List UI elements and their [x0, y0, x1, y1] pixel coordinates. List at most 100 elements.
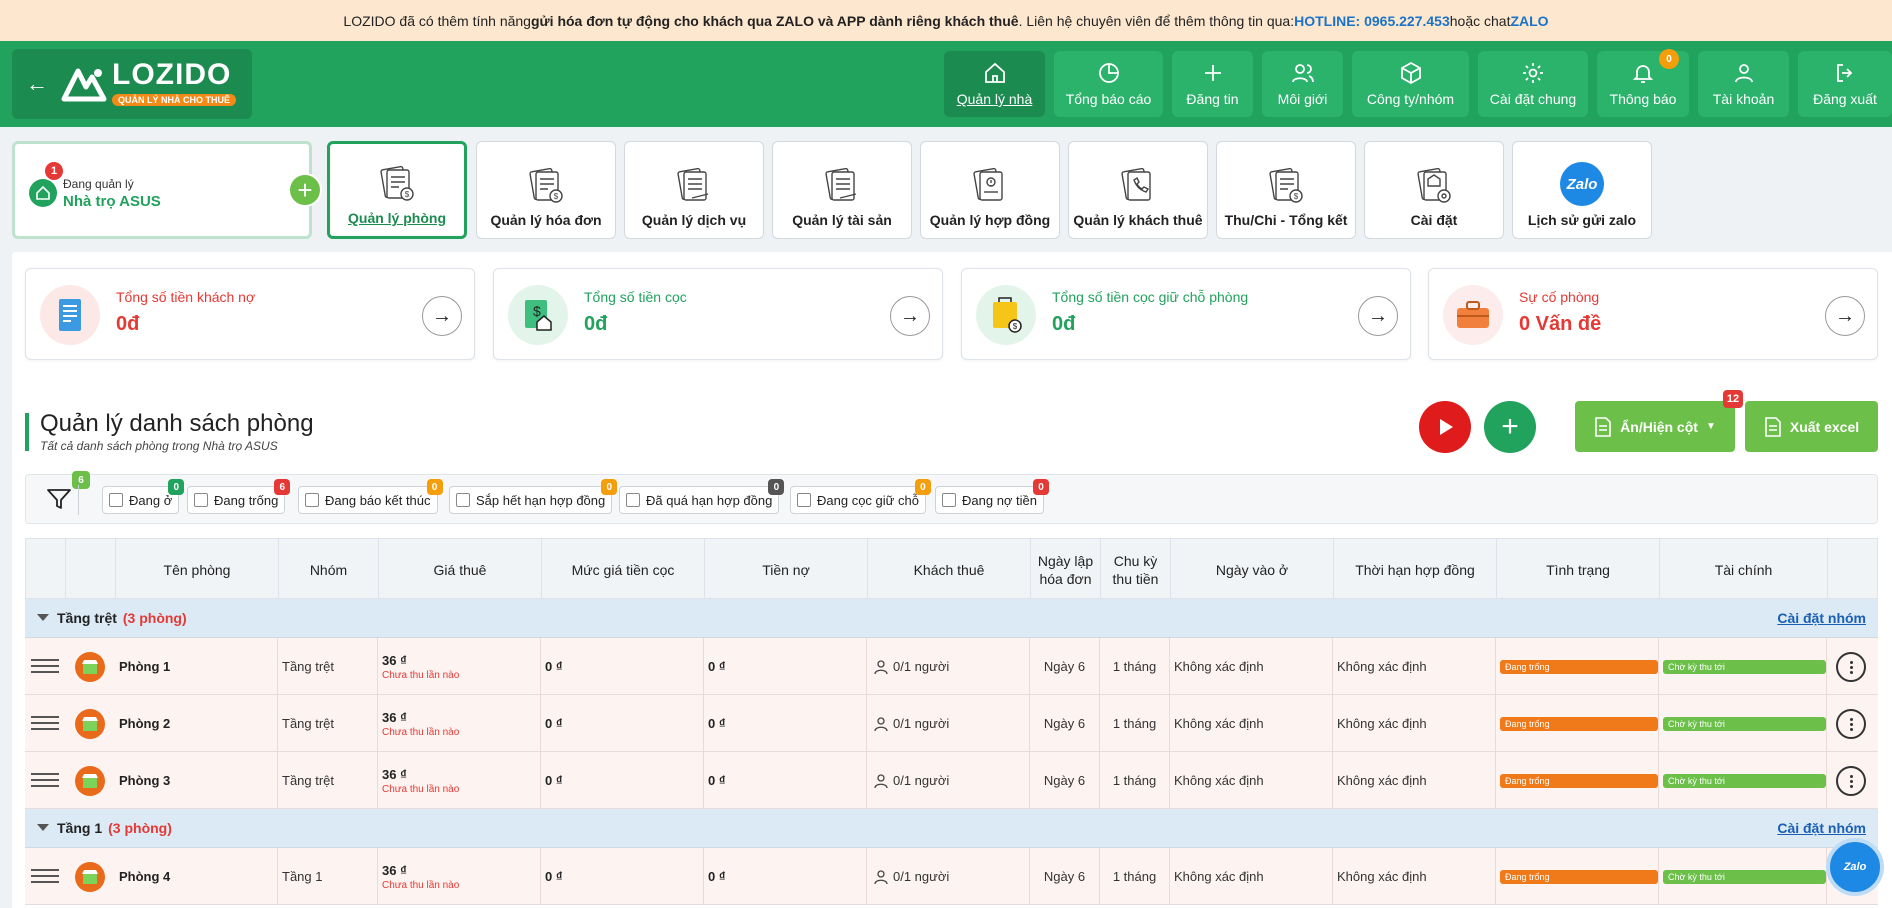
- tool-manage-rooms[interactable]: $ Quản lý phòng: [327, 141, 467, 239]
- more-options-icon[interactable]: [1836, 766, 1866, 796]
- header-finance[interactable]: Tài chính: [1660, 539, 1828, 600]
- table-row[interactable]: Phòng 3 Tầng trệt 36 ₫ Chưa thu lần nào 0…: [25, 752, 1878, 809]
- add-room-button[interactable]: +: [1484, 401, 1536, 453]
- play-video-button[interactable]: [1419, 401, 1471, 453]
- stat-hold-deposit-card[interactable]: $ Tổng số tiền cọc giữ chỗ phòng 0đ →: [961, 268, 1411, 360]
- table-row[interactable]: Phòng 4 Tầng 1 36 ₫ Chưa thu lần nào 0 ₫ …: [25, 848, 1878, 905]
- tool-manage-assets[interactable]: Quản lý tài sản: [772, 141, 912, 239]
- stat-incident-card[interactable]: Sự cố phòng 0 Vấn đề →: [1428, 268, 1878, 360]
- status-badge: Đang trống: [1500, 716, 1658, 731]
- checkbox[interactable]: [942, 493, 956, 507]
- more-options-icon[interactable]: [1836, 709, 1866, 739]
- tool-manage-services[interactable]: Quản lý dịch vụ: [624, 141, 764, 239]
- room-name[interactable]: Phòng 2: [119, 716, 277, 731]
- header-deposit[interactable]: Mức giá tiền cọc: [542, 539, 705, 600]
- export-excel-button[interactable]: Xuất excel: [1745, 401, 1878, 452]
- tool-zalo-history[interactable]: Zalo Lịch sử gửi zalo: [1512, 141, 1652, 239]
- table-row[interactable]: Phòng 1 Tầng trệt 36 ₫ Chưa thu lần nào 0…: [25, 638, 1878, 695]
- nav-label: Quản lý nhà: [956, 91, 1033, 107]
- checkbox[interactable]: [194, 493, 208, 507]
- banner-zalo-link[interactable]: ZALO: [1510, 13, 1548, 29]
- tool-finance-summary[interactable]: $ Thu/Chi - Tổng kết: [1216, 141, 1356, 239]
- nav-reports[interactable]: Tổng báo cáo: [1054, 51, 1163, 117]
- nav-account[interactable]: Tài khoản: [1698, 51, 1789, 117]
- arrow-right-icon[interactable]: →: [1358, 296, 1398, 336]
- logo-area[interactable]: ← LOZIDO QUẢN LÝ NHÀ CHO THUÊ: [12, 49, 252, 119]
- stat-title: Sự cố phòng: [1519, 289, 1600, 305]
- header-invoice-day[interactable]: Ngày lập hóa đơn: [1031, 539, 1101, 600]
- zalo-chat-button[interactable]: Zalo: [1826, 838, 1884, 896]
- nav-company[interactable]: Công ty/nhóm: [1352, 51, 1469, 117]
- filter-chip-overdue[interactable]: Đã quá hạn hợp đồng 0: [619, 479, 785, 514]
- room-name[interactable]: Phòng 1: [119, 659, 277, 674]
- room-tenants[interactable]: 0/1 người: [893, 869, 949, 884]
- group-row[interactable]: Tầng 1 (3 phòng) Cài đặt nhóm: [25, 809, 1878, 848]
- stat-debt-card[interactable]: Tổng số tiền khách nợ 0đ →: [25, 268, 475, 360]
- caret-down-icon[interactable]: [37, 824, 49, 831]
- filter-chip-expiring[interactable]: Sắp hết hạn hợp đồng 0: [449, 479, 618, 514]
- header-group[interactable]: Nhóm: [279, 539, 379, 600]
- tool-manage-contracts[interactable]: Quản lý hợp đồng: [920, 141, 1060, 239]
- room-deposit: 0 ₫: [545, 869, 563, 884]
- nav-manage-house[interactable]: Quản lý nhà: [944, 51, 1045, 117]
- arrow-right-icon[interactable]: →: [890, 296, 930, 336]
- room-name[interactable]: Phòng 4: [119, 869, 277, 884]
- header-cycle[interactable]: Chu kỳ thu tiền: [1101, 539, 1171, 600]
- filter-chip-vacant[interactable]: Đang trống 6: [187, 479, 291, 514]
- nav-notifications[interactable]: Thông báo 0: [1597, 49, 1689, 117]
- header-room-name[interactable]: Tên phòng: [116, 539, 279, 600]
- nav-broker[interactable]: Môi giới: [1262, 51, 1343, 117]
- arrow-right-icon[interactable]: →: [1825, 296, 1865, 336]
- nav-logout[interactable]: Đăng xuất: [1798, 51, 1892, 117]
- checkbox[interactable]: [626, 493, 640, 507]
- more-options-icon[interactable]: [1836, 652, 1866, 682]
- header-rent[interactable]: Giá thuê: [379, 539, 542, 600]
- drag-handle-icon[interactable]: [31, 716, 59, 732]
- tool-manage-invoices[interactable]: $ Quản lý hóa đơn: [476, 141, 616, 239]
- checkbox[interactable]: [797, 493, 811, 507]
- stat-value: 0đ: [116, 313, 140, 335]
- room-tenants[interactable]: 0/1 người: [893, 659, 949, 674]
- room-tenants[interactable]: 0/1 người: [893, 716, 949, 731]
- caret-down-icon[interactable]: [37, 614, 49, 621]
- checkbox[interactable]: [109, 493, 123, 507]
- package-money-icon: $: [976, 285, 1036, 345]
- house-selector[interactable]: 1 Đang quản lý Nhà trọ ASUS: [12, 141, 312, 239]
- add-house-button[interactable]: +: [288, 173, 322, 207]
- checkbox[interactable]: [456, 493, 470, 507]
- drag-handle-icon[interactable]: [31, 659, 59, 675]
- back-arrow-icon[interactable]: ←: [26, 71, 60, 97]
- stat-deposit-card[interactable]: $ Tổng số tiền cọc 0đ →: [493, 268, 943, 360]
- drag-handle-icon[interactable]: [31, 773, 59, 789]
- filter-chip-debt[interactable]: Đang nợ tiền 0: [935, 479, 1050, 514]
- header-debt[interactable]: Tiền nợ: [705, 539, 868, 600]
- header-actions: [1828, 539, 1879, 600]
- finance-badge: Chờ kỳ thu tới: [1663, 659, 1826, 674]
- export-excel-label: Xuất excel: [1789, 418, 1860, 435]
- tool-settings[interactable]: Cài đặt: [1364, 141, 1504, 239]
- finance-badge: Chờ kỳ thu tới: [1663, 773, 1826, 788]
- header-tenants[interactable]: Khách thuê: [868, 539, 1031, 600]
- nav-post[interactable]: Đăng tin: [1172, 51, 1253, 117]
- filter-chip-holding[interactable]: Đang cọc giữ chỗ 0: [790, 479, 931, 514]
- table-row[interactable]: Phòng 2 Tầng trệt 36 ₫ Chưa thu lần nào 0…: [25, 695, 1878, 752]
- tool-manage-tenants[interactable]: Quản lý khách thuê: [1068, 141, 1208, 239]
- room-tenants[interactable]: 0/1 người: [893, 773, 949, 788]
- drag-handle-icon[interactable]: [31, 869, 59, 885]
- filter-chip-ending[interactable]: Đang báo kết thúc 0: [298, 479, 443, 514]
- group-row[interactable]: Tầng trệt (3 phòng) Cài đặt nhóm: [25, 599, 1878, 638]
- filter-chip-occupied[interactable]: Đang ở0: [102, 479, 185, 514]
- header-term[interactable]: Thời hạn hợp đồng: [1334, 539, 1497, 600]
- group-settings-link[interactable]: Cài đặt nhóm: [1777, 610, 1866, 626]
- filter-bar: 6 Đang ở0 Đang trống 6 Đang báo kết thúc 0…: [25, 471, 1878, 524]
- header-status[interactable]: Tình trạng: [1497, 539, 1660, 600]
- banner-hotline[interactable]: HOTLINE: 0965.227.453: [1294, 13, 1450, 29]
- header-move-in[interactable]: Ngày vào ở: [1171, 539, 1334, 600]
- nav-settings[interactable]: Cài đặt chung: [1478, 51, 1588, 117]
- room-name[interactable]: Phòng 3: [119, 773, 277, 788]
- toggle-columns-button[interactable]: Ẩn/Hiện cột ▼: [1575, 401, 1735, 452]
- filter-icon[interactable]: [46, 487, 72, 511]
- group-settings-link[interactable]: Cài đặt nhóm: [1777, 820, 1866, 836]
- arrow-right-icon[interactable]: →: [422, 296, 462, 336]
- checkbox[interactable]: [305, 493, 319, 507]
